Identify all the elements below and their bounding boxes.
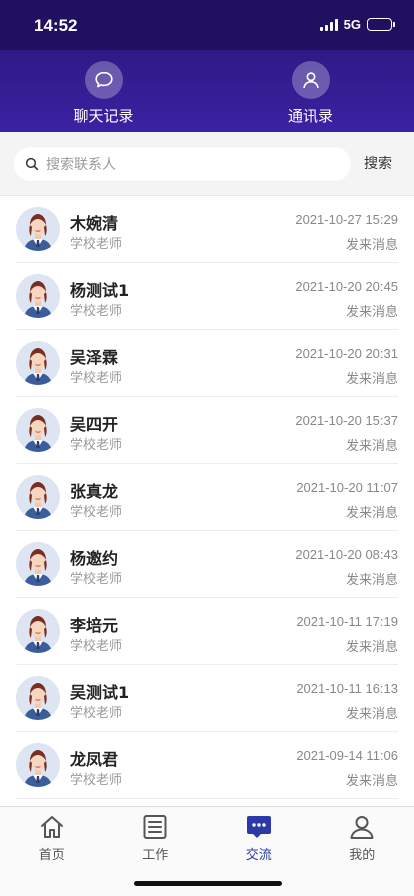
contact-row[interactable]: 吴测试1 学校老师 2021-10-11 16:13 发来消息 xyxy=(0,665,414,732)
contact-row[interactable]: 木婉清学校老师 2021-10-27 15:29 发来消息 xyxy=(0,196,414,263)
nav-home[interactable]: 首页 xyxy=(0,807,104,896)
nav-profile[interactable]: 我的 xyxy=(311,807,414,896)
contact-timestamp: 2021-10-20 08:43 xyxy=(295,547,398,562)
contact-row[interactable]: 吴四开学校老师 2021-10-20 15:37 发来消息 xyxy=(0,397,414,464)
contact-role: 学校老师 xyxy=(70,639,123,654)
contact-status: 发来消息 xyxy=(345,238,398,253)
contact-status: 发来消息 xyxy=(345,640,398,655)
home-icon xyxy=(37,813,67,841)
contact-status: 发来消息 xyxy=(345,707,398,722)
status-bar: 14:52 5G xyxy=(0,0,414,50)
nav-work-label: 工作 xyxy=(142,848,169,863)
nav-home-label: 首页 xyxy=(38,848,65,863)
contact-row[interactable]: 龙凤君学校老师 2021-09-14 11:06 发来消息 xyxy=(0,732,414,799)
contact-status: 发来消息 xyxy=(345,439,398,454)
contact-timestamp: 2021-10-20 20:31 xyxy=(295,346,398,361)
contact-role: 学校老师 xyxy=(70,572,123,587)
tab-contacts[interactable]: 通讯录 xyxy=(207,50,414,132)
contact-name: 龙凤君 xyxy=(70,750,119,769)
search-button[interactable]: 搜索 xyxy=(357,147,399,181)
contact-timestamp: 2021-10-11 16:13 xyxy=(296,681,398,696)
nav-profile-label: 我的 xyxy=(349,848,376,863)
avatar xyxy=(16,743,60,787)
contact-status: 发来消息 xyxy=(345,305,398,320)
contact-list: 木婉清 学校老师 2021-10-27 15:29 发来消息 杨测试1 学校老师 2021-… xyxy=(0,196,414,806)
avatar xyxy=(16,207,60,251)
contact-name: 杨邀约 xyxy=(70,549,119,568)
contact-status: 发来消息 xyxy=(345,774,398,789)
avatar xyxy=(16,609,60,653)
person-icon xyxy=(291,61,330,99)
contact-status: 发来消息 xyxy=(345,506,398,521)
contact-timestamp: 2021-10-20 15:37 xyxy=(295,413,398,428)
search-bar: 搜索联系人 搜索 xyxy=(0,132,414,196)
contact-role: 学校老师 xyxy=(70,505,123,520)
avatar xyxy=(16,676,60,720)
contact-name: 吴测试1 xyxy=(70,683,130,702)
contact-row[interactable]: 张真龙学校老师 2021-10-20 11:07 发来消息 xyxy=(0,464,414,531)
signal-icon xyxy=(319,18,338,31)
chat-bubble-icon xyxy=(84,61,123,99)
contact-status: 发来消息 xyxy=(345,573,398,588)
contact-timestamp: 2021-09-14 11:06 xyxy=(296,748,398,763)
row-divider xyxy=(16,798,398,799)
profile-icon xyxy=(347,813,377,841)
tab-chat-history[interactable]: 聊天记录 xyxy=(0,50,207,132)
avatar xyxy=(16,274,60,318)
battery-icon xyxy=(367,18,395,31)
contact-role: 学校老师 xyxy=(70,237,123,252)
contact-timestamp: 2021-10-27 15:29 xyxy=(295,212,398,227)
contact-timestamp: 2021-10-20 11:07 xyxy=(296,480,398,495)
contact-timestamp: 2021-10-11 17:19 xyxy=(296,614,398,629)
contact-timestamp: 2021-10-20 20:45 xyxy=(295,279,398,294)
contact-role: 学校老师 xyxy=(70,773,123,788)
contact-name: 木婉清 xyxy=(70,214,119,233)
contact-role: 学校老师 xyxy=(70,706,123,721)
avatar xyxy=(16,542,60,586)
contact-row[interactable]: 李培元学校老师 2021-10-11 17:19 发来消息 xyxy=(0,598,414,665)
contact-name: 李培元 xyxy=(70,616,119,635)
contact-role: 学校老师 xyxy=(70,438,123,453)
document-list-icon xyxy=(140,813,170,841)
contact-name: 张真龙 xyxy=(70,482,119,501)
contact-row[interactable]: 杨邀约学校老师 2021-10-20 08:43 发来消息 xyxy=(0,531,414,598)
avatar xyxy=(16,408,60,452)
header-tabs: 聊天记录 通讯录 xyxy=(0,50,414,132)
contact-name: 吴四开 xyxy=(70,415,119,434)
contact-role: 学校老师 xyxy=(70,371,123,386)
nav-communication-label: 交流 xyxy=(245,848,272,863)
search-input[interactable]: 搜索联系人 xyxy=(14,147,351,181)
status-time: 14:52 xyxy=(34,16,78,35)
contact-role: 学校老师 xyxy=(70,304,123,319)
contact-row[interactable]: 杨测试1 学校老师 2021-10-20 20:45 发来消息 xyxy=(0,263,414,330)
home-indicator xyxy=(134,881,282,886)
contact-name: 吴泽霖 xyxy=(70,348,119,367)
status-indicators: 5G xyxy=(319,17,395,32)
contact-status: 发来消息 xyxy=(345,372,398,387)
search-icon xyxy=(25,157,39,171)
message-icon xyxy=(244,813,274,841)
contact-row[interactable]: 吴泽霖学校老师 2021-10-20 20:31 发来消息 xyxy=(0,330,414,397)
search-placeholder: 搜索联系人 xyxy=(46,157,116,173)
network-label: 5G xyxy=(343,17,361,32)
avatar xyxy=(16,341,60,385)
contact-name: 杨测试1 xyxy=(70,281,130,300)
tab-chat-history-label: 聊天记录 xyxy=(73,107,134,125)
tab-contacts-label: 通讯录 xyxy=(287,107,333,125)
avatar xyxy=(16,475,60,519)
